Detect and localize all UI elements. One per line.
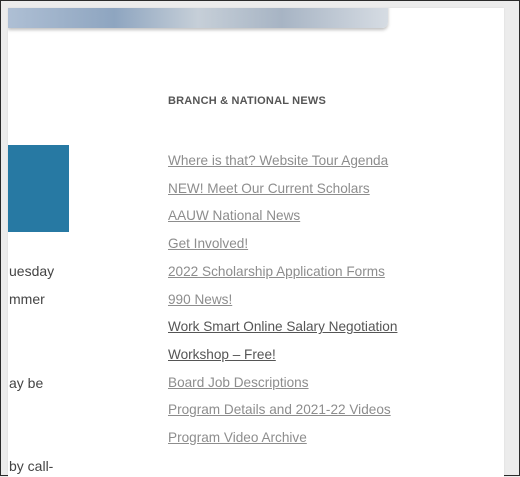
news-link[interactable]: Board Job Descriptions	[168, 375, 309, 390]
news-link[interactable]: Get Involved!	[168, 236, 248, 251]
list-item: Program Details and 2021-22 Videos	[168, 396, 397, 424]
news-link[interactable]: Workshop – Free!	[168, 347, 276, 362]
list-item: Where is that? Website Tour Agenda	[168, 147, 397, 175]
news-section-heading: BRANCH & NATIONAL NEWS	[168, 95, 326, 107]
hero-image	[8, 8, 388, 28]
list-item: Workshop – Free!	[168, 341, 397, 369]
list-item: NEW! Meet Our Current Scholars	[168, 175, 397, 203]
list-item: 2022 Scholarship Application Forms	[168, 258, 397, 286]
browser-frame: uesday mmer ay be by call- BRANCH & NATI…	[0, 0, 520, 477]
body-text-fragment: uesday	[9, 263, 55, 279]
news-link[interactable]: Work Smart Online Salary Negotiation	[168, 319, 397, 334]
list-item: Board Job Descriptions	[168, 369, 397, 397]
news-link[interactable]: 2022 Scholarship Application Forms	[168, 264, 385, 279]
news-link[interactable]: Program Video Archive	[168, 430, 307, 445]
list-item: AAUW National News	[168, 202, 397, 230]
blue-callout-box	[8, 145, 69, 232]
list-item: 990 News!	[168, 286, 397, 314]
news-link[interactable]: Program Details and 2021-22 Videos	[168, 402, 391, 417]
body-text-fragment: ay be	[9, 375, 44, 391]
list-item: Get Involved!	[168, 230, 397, 258]
news-link[interactable]: 990 News!	[168, 292, 232, 307]
body-text-fragment: mmer	[9, 291, 45, 307]
list-item: Program Video Archive	[168, 424, 397, 452]
body-text-fragment: by call-	[9, 458, 54, 474]
list-item: Work Smart Online Salary Negotiation	[168, 313, 397, 341]
news-link[interactable]: AAUW National News	[168, 208, 300, 223]
news-link[interactable]: Where is that? Website Tour Agenda	[168, 153, 388, 168]
page-content: uesday mmer ay be by call- BRANCH & NATI…	[8, 8, 504, 477]
news-link[interactable]: NEW! Meet Our Current Scholars	[168, 181, 370, 196]
news-link-list: Where is that? Website Tour Agenda NEW! …	[168, 147, 397, 452]
